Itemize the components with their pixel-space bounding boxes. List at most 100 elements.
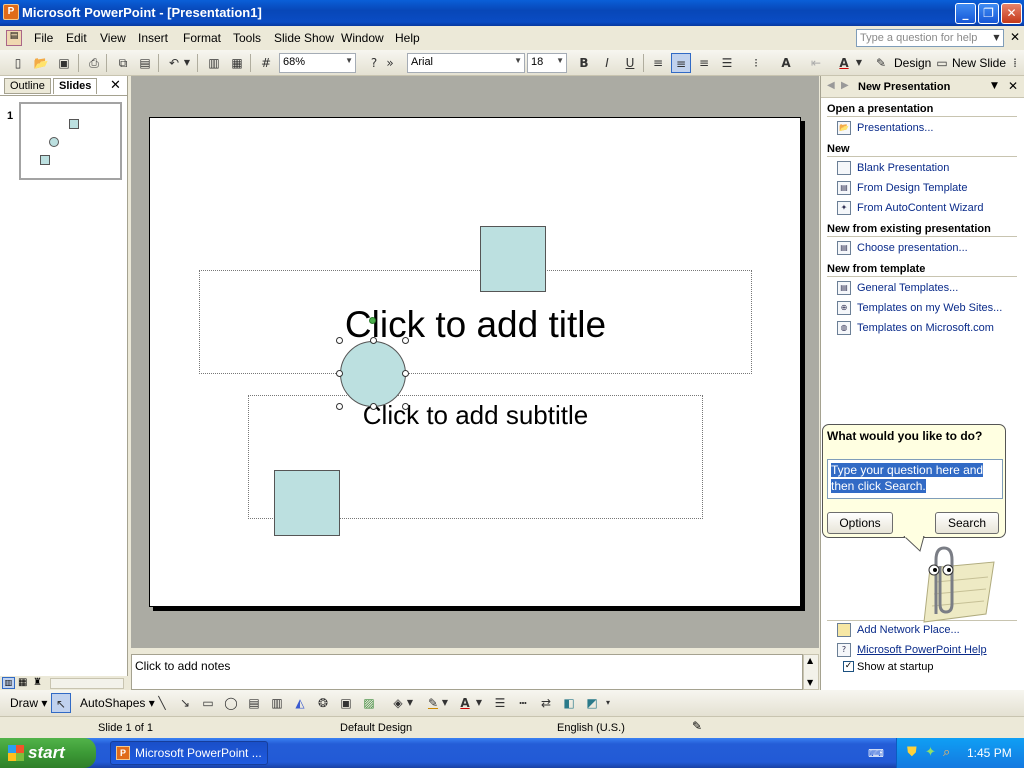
open-icon[interactable]: 📂 [31,53,51,73]
italic-icon[interactable]: I [597,53,617,73]
chart-icon[interactable]: ▥ [204,53,224,73]
3d-style-icon[interactable]: ◩ [582,693,602,713]
font-size-select[interactable]: 18 ▼ [527,53,567,73]
document-icon[interactable]: ▤ [6,30,22,46]
underline-icon[interactable]: U [620,53,640,73]
link-templates-microsoft[interactable]: Templates on Microsoft.com [857,322,994,334]
normal-view-icon[interactable]: ▥ [2,677,15,689]
align-center-icon[interactable]: ≡ [671,53,691,73]
toolbar-more-icon[interactable]: ⁞ [1008,53,1022,73]
select-pointer-icon[interactable]: ↖ [51,693,71,713]
link-blank-presentation[interactable]: Blank Presentation [857,162,949,174]
menu-view[interactable]: View [100,31,126,45]
rectangle-icon[interactable]: ▭ [198,693,218,713]
scroll-down-icon[interactable]: ▼ [807,678,813,687]
wordart-icon[interactable]: ▥ [267,693,287,713]
menu-close-icon[interactable]: ✕ [1010,30,1020,44]
resize-handle[interactable] [336,337,343,344]
options-button[interactable]: Options [827,512,893,534]
search-button[interactable]: Search [935,512,999,534]
keyboard-icon[interactable]: ⌨ [868,747,884,760]
design-icon[interactable]: ✎ [874,53,888,73]
draw-font-color-icon[interactable]: A [455,693,475,713]
font-color-dropdown-icon[interactable]: ▼ [853,53,865,73]
resize-handle[interactable] [336,370,343,377]
task-pane-close-icon[interactable]: ✕ [1008,79,1018,93]
powerpoint-app-icon[interactable]: P [3,4,19,20]
font-color-icon[interactable]: A [834,53,854,73]
show-at-startup-checkbox[interactable]: ✓ [843,661,854,672]
back-icon[interactable]: ◀ [827,80,835,91]
link-presentations[interactable]: Presentations... [857,122,933,134]
fill-color-dropdown-icon[interactable]: ▼ [404,693,416,713]
menu-help[interactable]: Help [395,31,420,45]
grid-icon[interactable]: # [256,53,276,73]
bullets-icon[interactable]: ⁝ [746,53,766,73]
menu-edit[interactable]: Edit [66,31,87,45]
print-icon[interactable]: ⎙ [84,53,104,73]
clip-art-icon[interactable]: ▣ [336,693,356,713]
rectangle-shape-top[interactable] [480,226,546,292]
slide-canvas[interactable]: Click to add title Click to add subtitle [149,117,801,607]
align-right-icon[interactable]: ≡ [694,53,714,73]
increase-font-icon[interactable]: A [776,53,796,73]
textbox-icon[interactable]: ▤ [244,693,264,713]
new-slide-button[interactable]: New Slide [952,56,1006,70]
spelling-icon[interactable]: ✎ [692,719,702,733]
toolbar-options-dropdown-icon[interactable]: ▾ [602,693,614,713]
menu-window[interactable]: Window [341,31,384,45]
draw-font-color-dropdown-icon[interactable]: ▼ [473,693,485,713]
font-select[interactable]: Arial ▼ [407,53,525,73]
menu-file[interactable]: File [34,31,53,45]
resize-handle[interactable] [370,337,377,344]
close-pane-icon[interactable]: ✕ [110,78,121,93]
table-icon[interactable]: ▦ [227,53,247,73]
dash-style-icon[interactable]: ┅ [513,693,533,713]
shadow-style-icon[interactable]: ◧ [559,693,579,713]
close-button[interactable]: ✕ [1001,3,1022,24]
security-shield-icon[interactable]: ⛊ [907,744,917,760]
picture-icon[interactable]: ▨ [359,693,379,713]
restore-button[interactable]: ❐ [978,3,999,24]
line-icon[interactable]: ╲ [152,693,172,713]
bold-icon[interactable]: B [574,53,594,73]
org-chart-icon[interactable]: ❂ [313,693,333,713]
ask-dropdown-icon[interactable]: ▼ [990,30,1003,46]
menu-tools[interactable]: Tools [233,31,261,45]
line-style-icon[interactable]: ☰ [490,693,510,713]
circle-shape[interactable] [340,341,406,407]
new-icon[interactable]: ▯ [8,53,28,73]
link-from-design-template[interactable]: From Design Template [857,182,967,194]
resize-handle[interactable] [336,403,343,410]
minimize-button[interactable]: _ [955,3,976,24]
scroll-up-icon[interactable]: ▲ [807,656,813,665]
oval-icon[interactable]: ◯ [221,693,241,713]
align-left-icon[interactable]: ≡ [648,53,668,73]
diagram-icon[interactable]: ◭ [290,693,310,713]
notes-scrollbar[interactable]: ▲ ▼ [803,654,819,690]
slide-show-icon[interactable]: ♜ [33,677,42,688]
taskbar-app-button[interactable]: P Microsoft PowerPoint ... [110,741,268,765]
zoom-select[interactable]: 68% ▼ [279,53,356,73]
autoshapes-menu[interactable]: AutoShapes ▾ [80,696,155,710]
rectangle-shape-bottom[interactable] [274,470,340,536]
tab-outline[interactable]: Outline [4,78,51,94]
horizontal-scrollbar[interactable] [50,678,124,689]
copy-icon[interactable]: ⧉ [113,53,133,73]
clippy-assistant-icon[interactable] [906,544,998,628]
tab-slides[interactable]: Slides [53,78,98,94]
draw-menu[interactable]: Draw ▾ [10,696,47,710]
resize-handle[interactable] [402,370,409,377]
menu-slide-show[interactable]: Slide Show [274,31,334,45]
design-button[interactable]: Design [894,56,931,70]
justify-icon[interactable]: ☰ [717,53,737,73]
menu-format[interactable]: Format [183,31,221,45]
resize-handle[interactable] [370,403,377,410]
decrease-indent-icon[interactable]: ⇤ [806,53,826,73]
toolbar-options-icon[interactable]: » [383,53,397,73]
title-placeholder[interactable]: Click to add title [199,270,752,374]
link-general-templates[interactable]: General Templates... [857,282,958,294]
save-icon[interactable]: ▣ [54,53,74,73]
paste-icon[interactable]: ▤ [135,53,155,73]
link-autocontent-wizard[interactable]: From AutoContent Wizard [857,202,984,214]
